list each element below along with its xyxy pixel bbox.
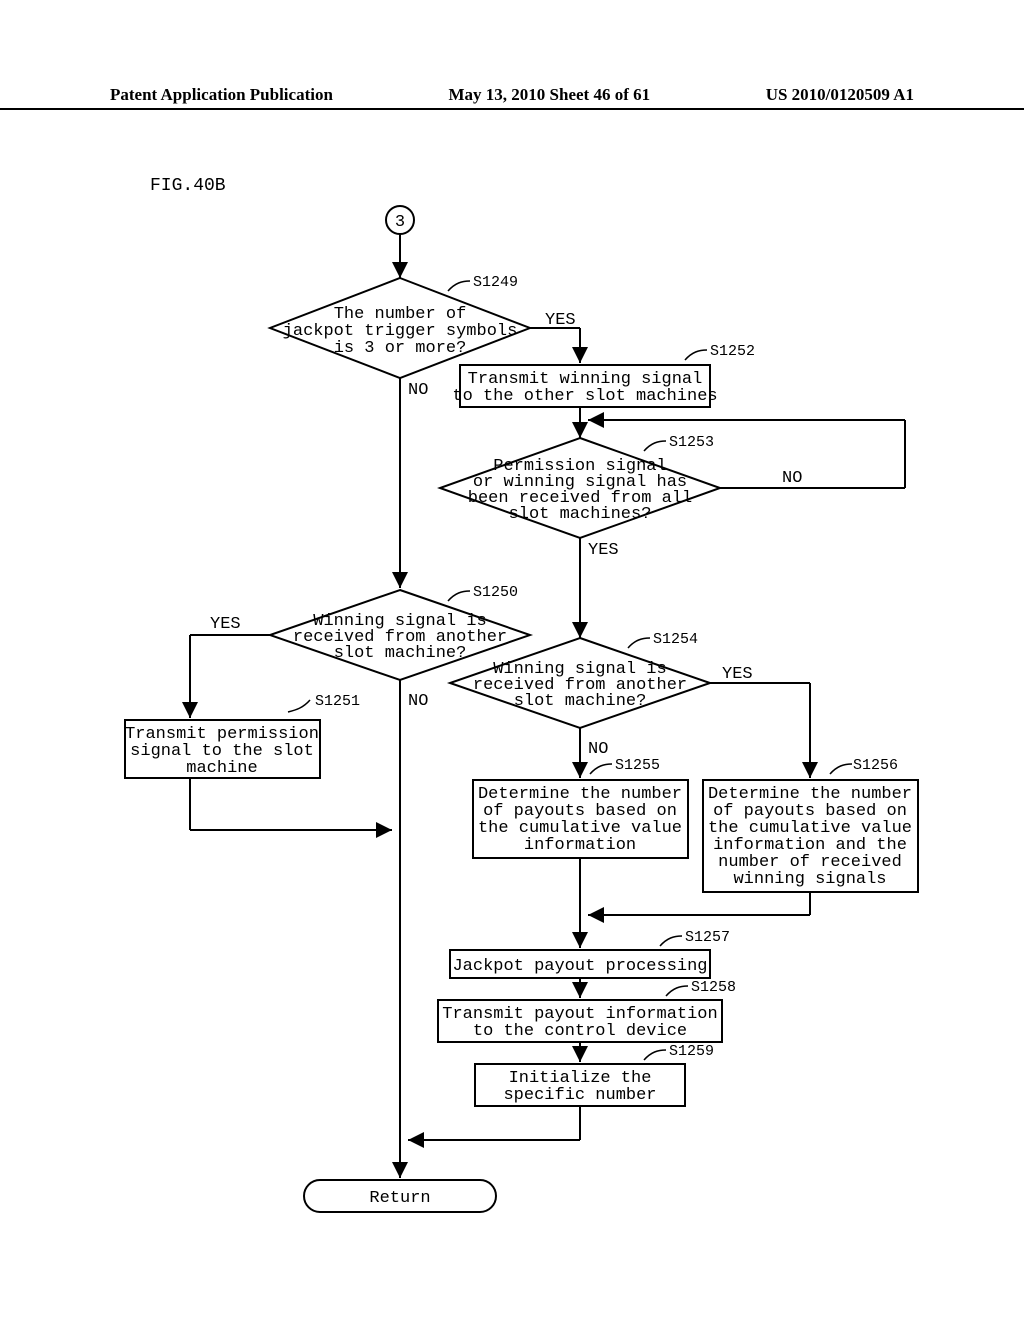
svg-text:Jackpot payout processing: Jackpot payout processing [452, 957, 707, 976]
svg-text:slot machines?: slot machines? [509, 505, 652, 524]
no-s1250: NO [408, 692, 428, 711]
svg-text:is 3 or more?: is 3 or more? [334, 339, 467, 358]
label-s1257: S1257 [685, 929, 730, 946]
yes-s1254: YES [722, 665, 753, 684]
figure-label: FIG.40B [150, 176, 226, 196]
return-label: Return [369, 1189, 430, 1208]
header-right: US 2010/0120509 A1 [766, 85, 914, 105]
flowchart: FIG.40B 3 The number of jackpot trigger … [110, 160, 930, 1255]
no-s1254: NO [588, 740, 608, 759]
no-s1249: NO [408, 381, 428, 400]
label-s1249: S1249 [473, 274, 518, 291]
svg-text:machine: machine [186, 759, 257, 778]
svg-text:slot machine?: slot machine? [514, 692, 647, 711]
svg-text:slot machine?: slot machine? [334, 644, 467, 663]
header-center: May 13, 2010 Sheet 46 of 61 [449, 85, 651, 105]
label-s1258: S1258 [691, 979, 736, 996]
label-s1253: S1253 [669, 434, 714, 451]
connector-3-label: 3 [395, 213, 405, 232]
label-s1259: S1259 [669, 1043, 714, 1060]
label-s1256: S1256 [853, 757, 898, 774]
svg-text:information: information [524, 836, 636, 855]
no-s1253: NO [782, 469, 802, 488]
page-header: Patent Application Publication May 13, 2… [0, 85, 1024, 110]
yes-s1250: YES [210, 615, 241, 634]
yes-s1253: YES [588, 541, 619, 560]
header-left: Patent Application Publication [110, 85, 333, 105]
svg-text:specific number: specific number [503, 1086, 656, 1105]
svg-text:winning signals: winning signals [733, 870, 886, 889]
label-s1254: S1254 [653, 631, 698, 648]
label-s1252: S1252 [710, 343, 755, 360]
svg-text:to the other slot machines: to the other slot machines [452, 387, 717, 406]
label-s1255: S1255 [615, 757, 660, 774]
svg-text:to the control device: to the control device [473, 1022, 687, 1041]
label-s1251: S1251 [315, 693, 360, 710]
label-s1250: S1250 [473, 584, 518, 601]
